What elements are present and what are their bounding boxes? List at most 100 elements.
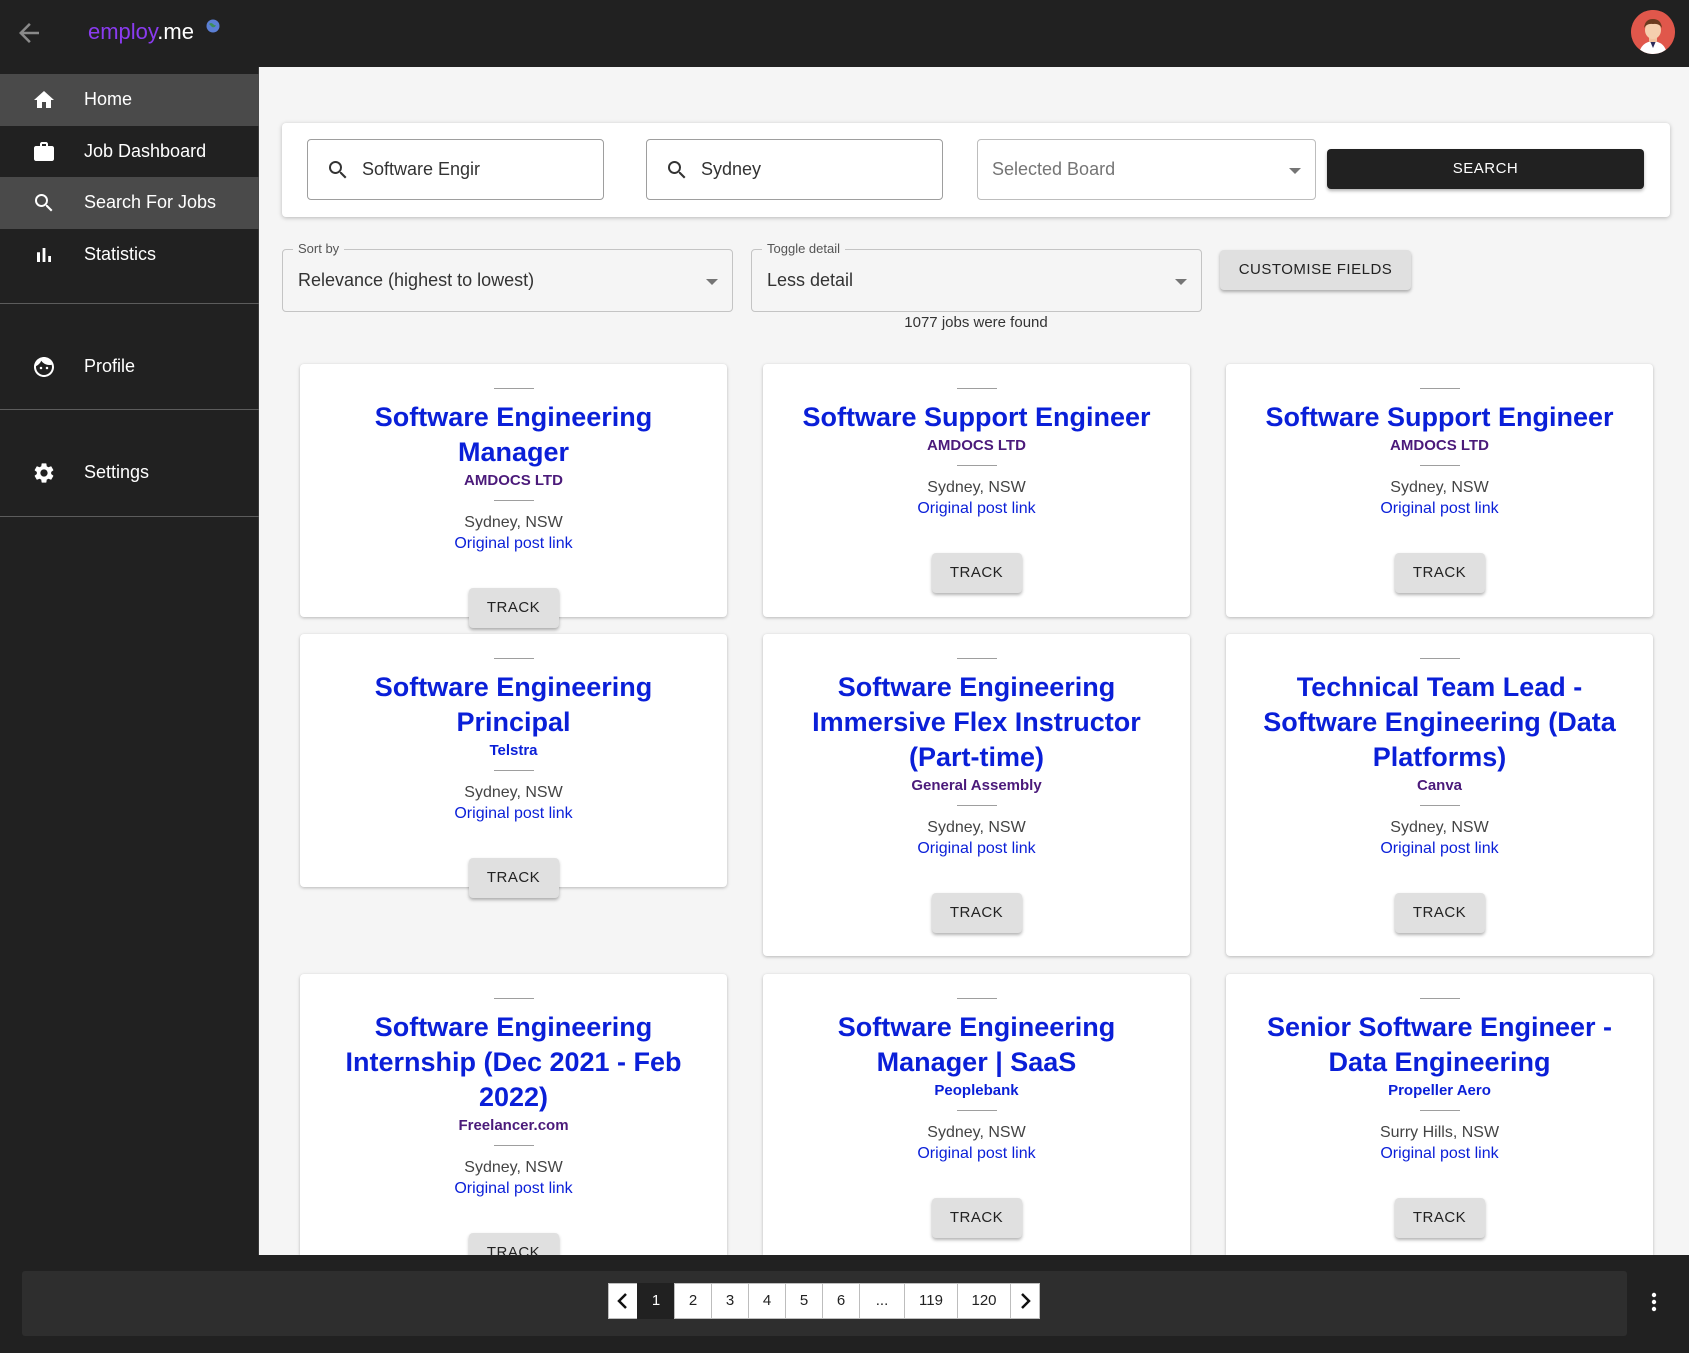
divider [956, 1110, 997, 1111]
job-card: Software Engineering Principal Telstra S… [300, 634, 727, 898]
search-button[interactable]: SEARCH [1327, 149, 1644, 189]
location-search-input[interactable]: Sydney [646, 139, 943, 200]
page-button[interactable]: 119 [904, 1283, 958, 1319]
brand-name-part1: employ [88, 19, 158, 44]
job-card: Software Support Engineer AMDOCS LTD Syd… [763, 364, 1190, 617]
job-title[interactable]: Software Support Engineer [1242, 400, 1637, 435]
page-button[interactable]: 3 [711, 1283, 749, 1319]
sidebar-item-label: Profile [84, 356, 136, 376]
avatar-image [1631, 10, 1675, 54]
job-title[interactable]: Software Engineering Manager | SaaS [779, 1010, 1174, 1080]
divider [1419, 1110, 1460, 1111]
page-button[interactable]: 120 [957, 1283, 1011, 1319]
more-vertical-icon[interactable] [1646, 1290, 1662, 1314]
gear-icon [34, 463, 54, 483]
divider [493, 770, 534, 771]
sort-by-value: Relevance (highest to lowest) [298, 270, 535, 290]
sidebar-item-home[interactable]: Home [0, 74, 259, 126]
job-location: Sydney, NSW [1390, 819, 1489, 836]
sort-by-label: Sort by [293, 241, 345, 256]
track-button[interactable]: TRACK [468, 1233, 559, 1255]
divider [956, 805, 997, 806]
job-title[interactable]: Software Engineering Immersive Flex Inst… [779, 670, 1174, 775]
page-button[interactable]: 4 [748, 1283, 786, 1319]
original-post-link[interactable]: Original post link [1380, 838, 1498, 860]
board-select[interactable]: Selected Board [977, 139, 1316, 200]
page-button[interactable]: 5 [785, 1283, 823, 1319]
sidebar-item-label: Settings [84, 462, 150, 482]
search-icon [668, 161, 686, 179]
job-title[interactable]: Software Engineering Internship (Dec 202… [316, 1010, 711, 1115]
divider [493, 658, 534, 659]
original-post-link[interactable]: Original post link [1380, 498, 1498, 520]
job-title[interactable]: Senior Software Engineer - Data Engineer… [1242, 1010, 1637, 1080]
track-button[interactable]: TRACK [1394, 553, 1485, 593]
divider [493, 998, 534, 999]
job-title[interactable]: Technical Team Lead - Software Engineeri… [1242, 670, 1637, 775]
track-button[interactable]: TRACK [931, 553, 1022, 593]
page-button[interactable]: 1 [637, 1283, 675, 1319]
toggle-detail-select[interactable]: Toggle detail Less detail [751, 241, 1202, 312]
sidebar-item-settings[interactable]: Settings [0, 447, 259, 499]
previous-page-button[interactable] [608, 1283, 638, 1319]
sidebar-item-search-for-jobs[interactable]: Search For Jobs [0, 177, 259, 229]
sidebar-item-profile[interactable]: Profile [0, 341, 259, 393]
original-post-link[interactable]: Original post link [917, 838, 1035, 860]
location-value: Sydney [701, 159, 762, 179]
job-company: Telstra [489, 742, 538, 759]
search-icon [35, 194, 53, 212]
keyword-search-input[interactable]: Software Engir [307, 139, 604, 200]
sidebar-item-statistics[interactable]: Statistics [0, 229, 259, 281]
job-card: Software Engineering Internship (Dec 202… [300, 974, 727, 1255]
next-page-button[interactable] [1010, 1283, 1040, 1319]
app-logo[interactable]: employ.me [88, 19, 220, 45]
user-avatar[interactable] [1631, 10, 1675, 54]
original-post-link[interactable]: Original post link [917, 498, 1035, 520]
sidebar-divider [0, 409, 259, 410]
original-post-link[interactable]: Original post link [917, 1143, 1035, 1165]
globe-icon [206, 19, 220, 33]
divider [493, 500, 534, 501]
track-button[interactable]: TRACK [1394, 1198, 1485, 1238]
job-title[interactable]: Software Engineering Principal [316, 670, 711, 740]
job-location: Sydney, NSW [464, 784, 563, 801]
job-title[interactable]: Software Support Engineer [779, 400, 1174, 435]
track-button[interactable]: TRACK [931, 893, 1022, 933]
divider [956, 465, 997, 466]
job-company: AMDOCS LTD [464, 472, 563, 489]
job-card: Software Engineering Immersive Flex Inst… [763, 634, 1190, 956]
divider [1419, 805, 1460, 806]
page-button[interactable]: 6 [822, 1283, 860, 1319]
keyword-value: Software Engir [362, 159, 481, 179]
track-button[interactable]: TRACK [468, 858, 559, 898]
app-header: employ.me [0, 0, 1689, 67]
sidebar-item-label: Search For Jobs [84, 192, 217, 212]
original-post-link[interactable]: Original post link [454, 533, 572, 555]
toggle-detail-value: Less detail [767, 270, 854, 290]
original-post-link[interactable]: Original post link [454, 1178, 572, 1200]
page-button[interactable]: 2 [674, 1283, 712, 1319]
chevron-left-icon [617, 1293, 627, 1309]
job-company: AMDOCS LTD [927, 437, 1026, 454]
customise-fields-button[interactable]: CUSTOMISE FIELDS [1220, 250, 1411, 290]
sidebar-divider [0, 516, 259, 517]
divider [956, 388, 997, 389]
track-button[interactable]: TRACK [931, 1198, 1022, 1238]
chevron-down-icon [1289, 168, 1301, 174]
sidebar-item-label: Home [84, 89, 133, 109]
job-location: Sydney, NSW [464, 1159, 563, 1176]
track-button[interactable]: TRACK [1394, 893, 1485, 933]
job-company: Canva [1416, 777, 1463, 794]
job-location: Sydney, NSW [464, 514, 563, 531]
job-card: Technical Team Lead - Software Engineeri… [1226, 634, 1653, 956]
track-button[interactable]: TRACK [468, 588, 559, 628]
search-icon [329, 161, 347, 179]
job-card: Software Support Engineer AMDOCS LTD Syd… [1226, 364, 1653, 617]
original-post-link[interactable]: Original post link [454, 803, 572, 825]
chevron-right-icon [1021, 1293, 1031, 1309]
sidebar-item-job-dashboard[interactable]: Job Dashboard [0, 126, 259, 178]
job-title[interactable]: Software Engineering Manager [316, 400, 711, 470]
arrow-back-icon[interactable] [14, 18, 44, 48]
original-post-link[interactable]: Original post link [1380, 1143, 1498, 1165]
sort-by-select[interactable]: Sort by Relevance (highest to lowest) [282, 241, 733, 312]
